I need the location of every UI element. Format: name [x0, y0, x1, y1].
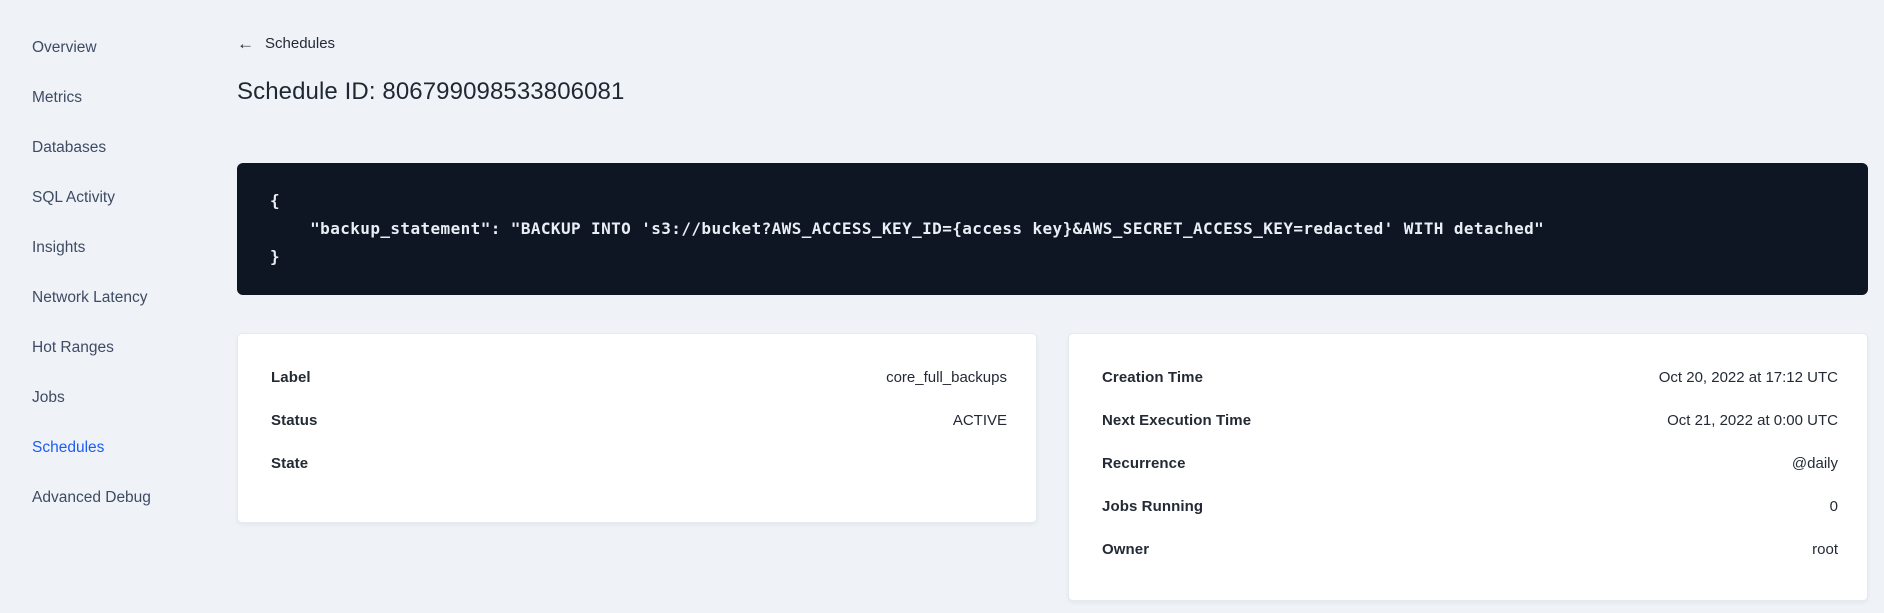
- row-value: Oct 21, 2022 at 0:00 UTC: [1667, 411, 1838, 429]
- sidebar-item-insights[interactable]: Insights: [32, 223, 197, 273]
- schedule-timing-card: Creation Time Oct 20, 2022 at 17:12 UTC …: [1068, 332, 1868, 601]
- row-value: ACTIVE: [952, 411, 1007, 429]
- row-label: Owner: [1102, 540, 1150, 558]
- row-value: 0: [1829, 497, 1838, 515]
- row-label: Next Execution Time: [1102, 411, 1252, 429]
- app-root: Overview Metrics Databases SQL Activity …: [0, 0, 1884, 613]
- detail-row-status: Status ACTIVE: [271, 399, 1007, 442]
- row-label: Label: [271, 368, 311, 386]
- sidebar-item-metrics[interactable]: Metrics: [32, 73, 197, 123]
- row-label: Recurrence: [1102, 454, 1186, 472]
- row-value: core_full_backups: [886, 368, 1007, 386]
- schedule-details-card: Label core_full_backups Status ACTIVE St…: [237, 332, 1037, 523]
- detail-row-state: State: [271, 442, 1007, 485]
- row-value: @daily: [1791, 454, 1838, 472]
- row-label: Status: [271, 411, 318, 429]
- detail-cards-row: Label core_full_backups Status ACTIVE St…: [237, 332, 1868, 601]
- sidebar-item-advanced-debug[interactable]: Advanced Debug: [32, 473, 197, 523]
- sidebar-item-schedules[interactable]: Schedules: [32, 423, 197, 473]
- row-label: Creation Time: [1102, 368, 1204, 386]
- sidebar: Overview Metrics Databases SQL Activity …: [0, 0, 197, 613]
- detail-row-recurrence: Recurrence @daily: [1102, 442, 1838, 485]
- row-label: State: [271, 454, 309, 472]
- detail-row-jobs-running: Jobs Running 0: [1102, 485, 1838, 528]
- sidebar-item-network-latency[interactable]: Network Latency: [32, 273, 197, 323]
- back-link-schedules[interactable]: ← Schedules: [237, 33, 335, 53]
- detail-row-next-execution-time: Next Execution Time Oct 21, 2022 at 0:00…: [1102, 399, 1838, 442]
- sidebar-item-jobs[interactable]: Jobs: [32, 373, 197, 423]
- sidebar-item-sql-activity[interactable]: SQL Activity: [32, 173, 197, 223]
- back-arrow-icon: ←: [237, 33, 254, 53]
- sidebar-item-overview[interactable]: Overview: [32, 23, 197, 73]
- page-title: Schedule ID: 806799098533806081: [237, 77, 625, 105]
- schedule-definition-code-block: { "backup_statement": "BACKUP INTO 's3:/…: [237, 162, 1868, 295]
- detail-row-owner: Owner root: [1102, 528, 1838, 571]
- detail-row-label: Label core_full_backups: [271, 356, 1007, 399]
- row-label: Jobs Running: [1102, 497, 1204, 515]
- schedule-definition-code-text: { "backup_statement": "BACKUP INTO 's3:/…: [270, 190, 1545, 266]
- sidebar-item-hot-ranges[interactable]: Hot Ranges: [32, 323, 197, 373]
- row-value: root: [1812, 540, 1838, 558]
- back-link-label: Schedules: [265, 34, 336, 52]
- detail-row-creation-time: Creation Time Oct 20, 2022 at 17:12 UTC: [1102, 356, 1838, 399]
- main-content: ← Schedules Schedule ID: 806799098533806…: [197, 0, 1884, 613]
- sidebar-item-databases[interactable]: Databases: [32, 123, 197, 173]
- row-value: Oct 20, 2022 at 17:12 UTC: [1658, 368, 1838, 386]
